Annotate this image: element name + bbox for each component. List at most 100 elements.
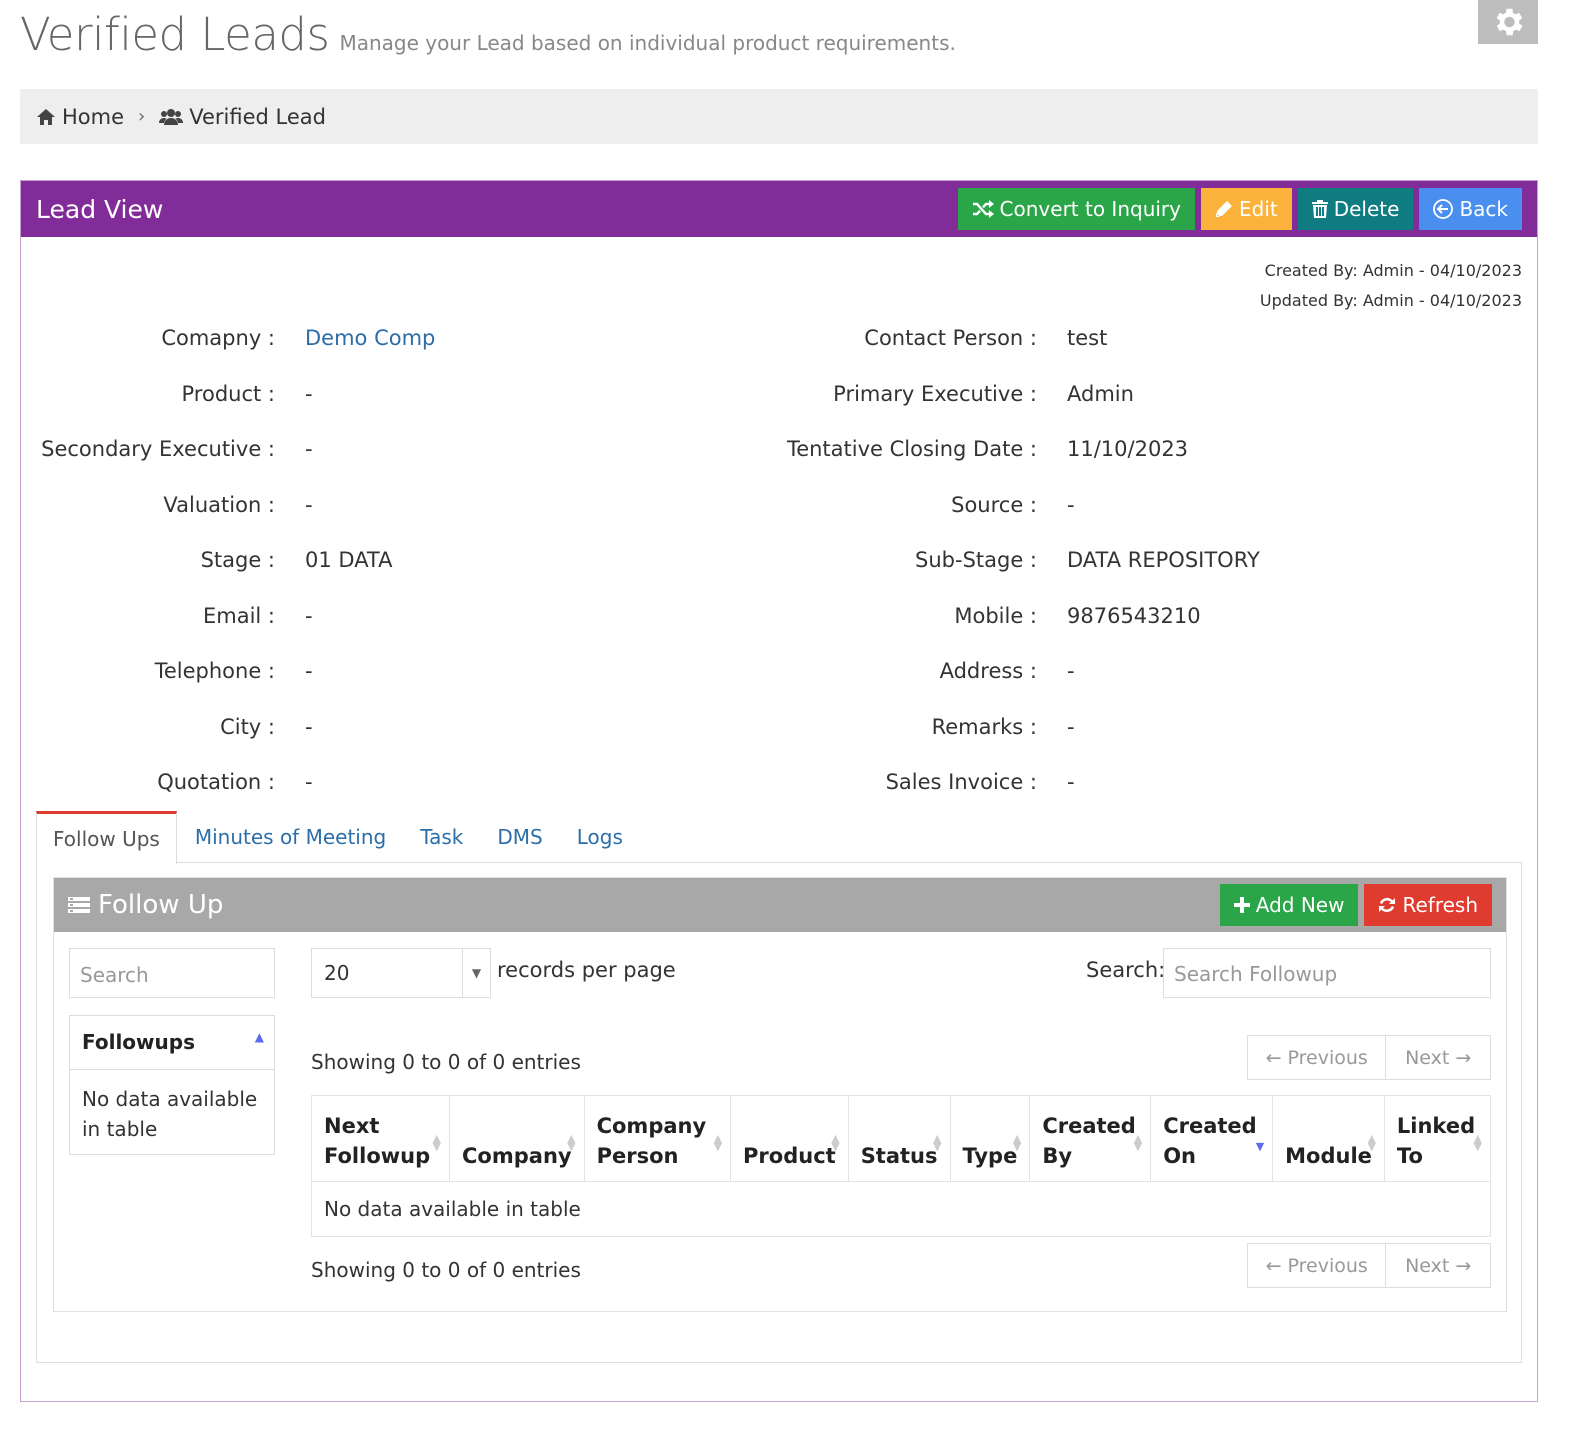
telephone-label: Telephone : — [154, 659, 275, 683]
created-by: Created By: Admin - 04/10/2023 — [1264, 261, 1522, 280]
column-label: Company — [462, 1144, 572, 1168]
sub-stage-value: DATA REPOSITORY — [1067, 548, 1260, 572]
column-label: Created On — [1163, 1114, 1257, 1168]
sort-icon: ▲ ▼ — [1473, 1132, 1482, 1153]
stage-value: 01 DATA — [305, 548, 393, 572]
column-label: Linked To — [1396, 1114, 1476, 1168]
column-header[interactable]: Linked To ▲ ▼ — [1383, 1095, 1492, 1182]
pagination-top: ← Previous Next → — [1247, 1035, 1491, 1080]
remarks-label: Remarks : — [931, 715, 1037, 739]
add-new-button[interactable]: Add New — [1219, 884, 1359, 926]
column-header[interactable]: Product ▲ ▼ — [730, 1095, 849, 1182]
panel-title: Lead View — [36, 194, 164, 224]
company-label: Comapny : — [161, 326, 275, 350]
table-info-bottom: Showing 0 to 0 of 0 entries — [311, 1258, 581, 1282]
column-label: Product — [743, 1144, 836, 1168]
field-row: Stage : 01 DATA Sub-Stage : DATA REPOSIT… — [21, 548, 1537, 578]
breadcrumb-home[interactable]: Home — [36, 105, 124, 129]
table-info-top: Showing 0 to 0 of 0 entries — [311, 1050, 581, 1074]
address-value: - — [1067, 659, 1075, 683]
tab-logs[interactable]: Logs — [561, 811, 639, 863]
caret-down-icon: ▼ — [462, 949, 490, 997]
followups-side-table: Followups ▲ No data available in table — [69, 1015, 275, 1155]
column-header[interactable]: Company Person ▲ ▼ — [583, 1095, 732, 1182]
follow-up-actions: Add New Refresh — [1219, 884, 1492, 926]
pencil-icon — [1215, 201, 1232, 217]
city-value: - — [305, 715, 313, 739]
sort-icon: ▲ ▼ — [831, 1132, 840, 1153]
column-header[interactable]: Created On ▼ — [1150, 1095, 1274, 1182]
sort-icon: ▲ ▼ — [567, 1132, 576, 1153]
valuation-label: Valuation : — [163, 493, 275, 517]
breadcrumb-current: Verified Lead — [159, 105, 326, 129]
column-label: Next Followup — [324, 1114, 431, 1168]
previous-button[interactable]: ← Previous — [1248, 1036, 1387, 1079]
side-search-input[interactable]: Search — [69, 948, 275, 998]
column-label: Module — [1285, 1144, 1372, 1168]
follow-up-header: Follow Up Add New Refresh — [54, 878, 1506, 932]
secondary-executive-value: - — [305, 437, 313, 461]
column-header[interactable]: Type ▲ ▼ — [949, 1095, 1031, 1182]
telephone-value: - — [305, 659, 313, 683]
previous-button[interactable]: ← Previous — [1248, 1244, 1387, 1287]
settings-button[interactable] — [1478, 0, 1538, 44]
side-empty-message: No data available in table — [82, 1087, 258, 1141]
edit-button[interactable]: Edit — [1200, 188, 1292, 230]
next-button[interactable]: Next → — [1386, 1244, 1490, 1287]
chevron-right-icon: › — [138, 106, 146, 127]
search-label: Search: — [1086, 958, 1166, 982]
sales-invoice-label: Sales Invoice : — [885, 770, 1037, 794]
table-header-row: Next Followup ▲ ▼ Company ▲ ▼ Company Person… — [310, 1095, 1492, 1182]
followup-table: Next Followup ▲ ▼ Company ▲ ▼ Company Person… — [310, 1095, 1492, 1237]
contact-person-value: test — [1067, 326, 1108, 350]
column-header[interactable]: Created By ▲ ▼ — [1029, 1095, 1152, 1182]
sub-stage-label: Sub-Stage : — [915, 548, 1037, 572]
tab-minutes-of-meeting[interactable]: Minutes of Meeting — [179, 811, 402, 863]
company-value[interactable]: Demo Comp — [305, 326, 435, 350]
secondary-executive-label: Secondary Executive : — [41, 437, 275, 461]
email-value: - — [305, 604, 313, 628]
tab-task[interactable]: Task — [404, 811, 479, 863]
arrow-circle-left-icon — [1433, 199, 1454, 219]
field-row: Product : - Primary Executive : Admin — [21, 382, 1537, 412]
sales-invoice-value: - — [1067, 770, 1075, 794]
delete-button[interactable]: Delete — [1297, 188, 1414, 230]
field-row: Valuation : - Source : - — [21, 493, 1537, 523]
remarks-value: - — [1067, 715, 1075, 739]
mobile-label: Mobile : — [954, 604, 1037, 628]
search-followup-input[interactable]: Search Followup — [1163, 948, 1491, 998]
refresh-button[interactable]: Refresh — [1364, 884, 1492, 926]
follow-up-title: Follow Up — [68, 890, 223, 920]
column-header[interactable]: Module ▲ ▼ — [1272, 1095, 1385, 1182]
breadcrumb: Home › Verified Lead — [20, 89, 1538, 144]
page-length-select[interactable]: 20 ▼ — [311, 948, 491, 998]
stage-label: Stage : — [200, 548, 275, 572]
field-row: Secondary Executive : - Tentative Closin… — [21, 437, 1537, 467]
edit-label: Edit — [1238, 197, 1278, 221]
field-row: Email : - Mobile : 9876543210 — [21, 604, 1537, 634]
tentative-closing-date-value: 11/10/2023 — [1067, 437, 1189, 461]
tentative-closing-date-label: Tentative Closing Date : — [786, 437, 1037, 461]
page-title: Verified Leads — [20, 8, 330, 61]
column-header[interactable]: Status ▲ ▼ — [847, 1095, 951, 1182]
updated-by: Updated By: Admin - 04/10/2023 — [1259, 291, 1522, 310]
contact-person-label: Contact Person : — [864, 326, 1037, 350]
column-header[interactable]: Company ▲ ▼ — [449, 1095, 585, 1182]
panel-actions: Convert to Inquiry Edit Delete Back — [957, 188, 1522, 230]
column-header[interactable]: Next Followup ▲ ▼ — [310, 1095, 451, 1182]
empty-table-message: No data available in table — [311, 1181, 1491, 1237]
users-icon — [159, 108, 184, 125]
product-value: - — [305, 382, 313, 406]
follow-up-box: Follow Up Add New Refresh Search Followu… — [53, 877, 1507, 1312]
next-button[interactable]: Next → — [1386, 1036, 1490, 1079]
shuffle-icon — [972, 200, 994, 218]
convert-to-inquiry-button[interactable]: Convert to Inquiry — [957, 188, 1195, 230]
quotation-value: - — [305, 770, 313, 794]
back-button[interactable]: Back — [1419, 188, 1522, 230]
city-label: City : — [220, 715, 275, 739]
column-label: Status — [860, 1144, 938, 1168]
tab-follow-ups[interactable]: Follow Ups — [36, 811, 177, 864]
followups-column-header[interactable]: Followups ▲ — [70, 1016, 274, 1070]
list-icon — [68, 897, 90, 913]
tab-dms[interactable]: DMS — [481, 811, 558, 863]
